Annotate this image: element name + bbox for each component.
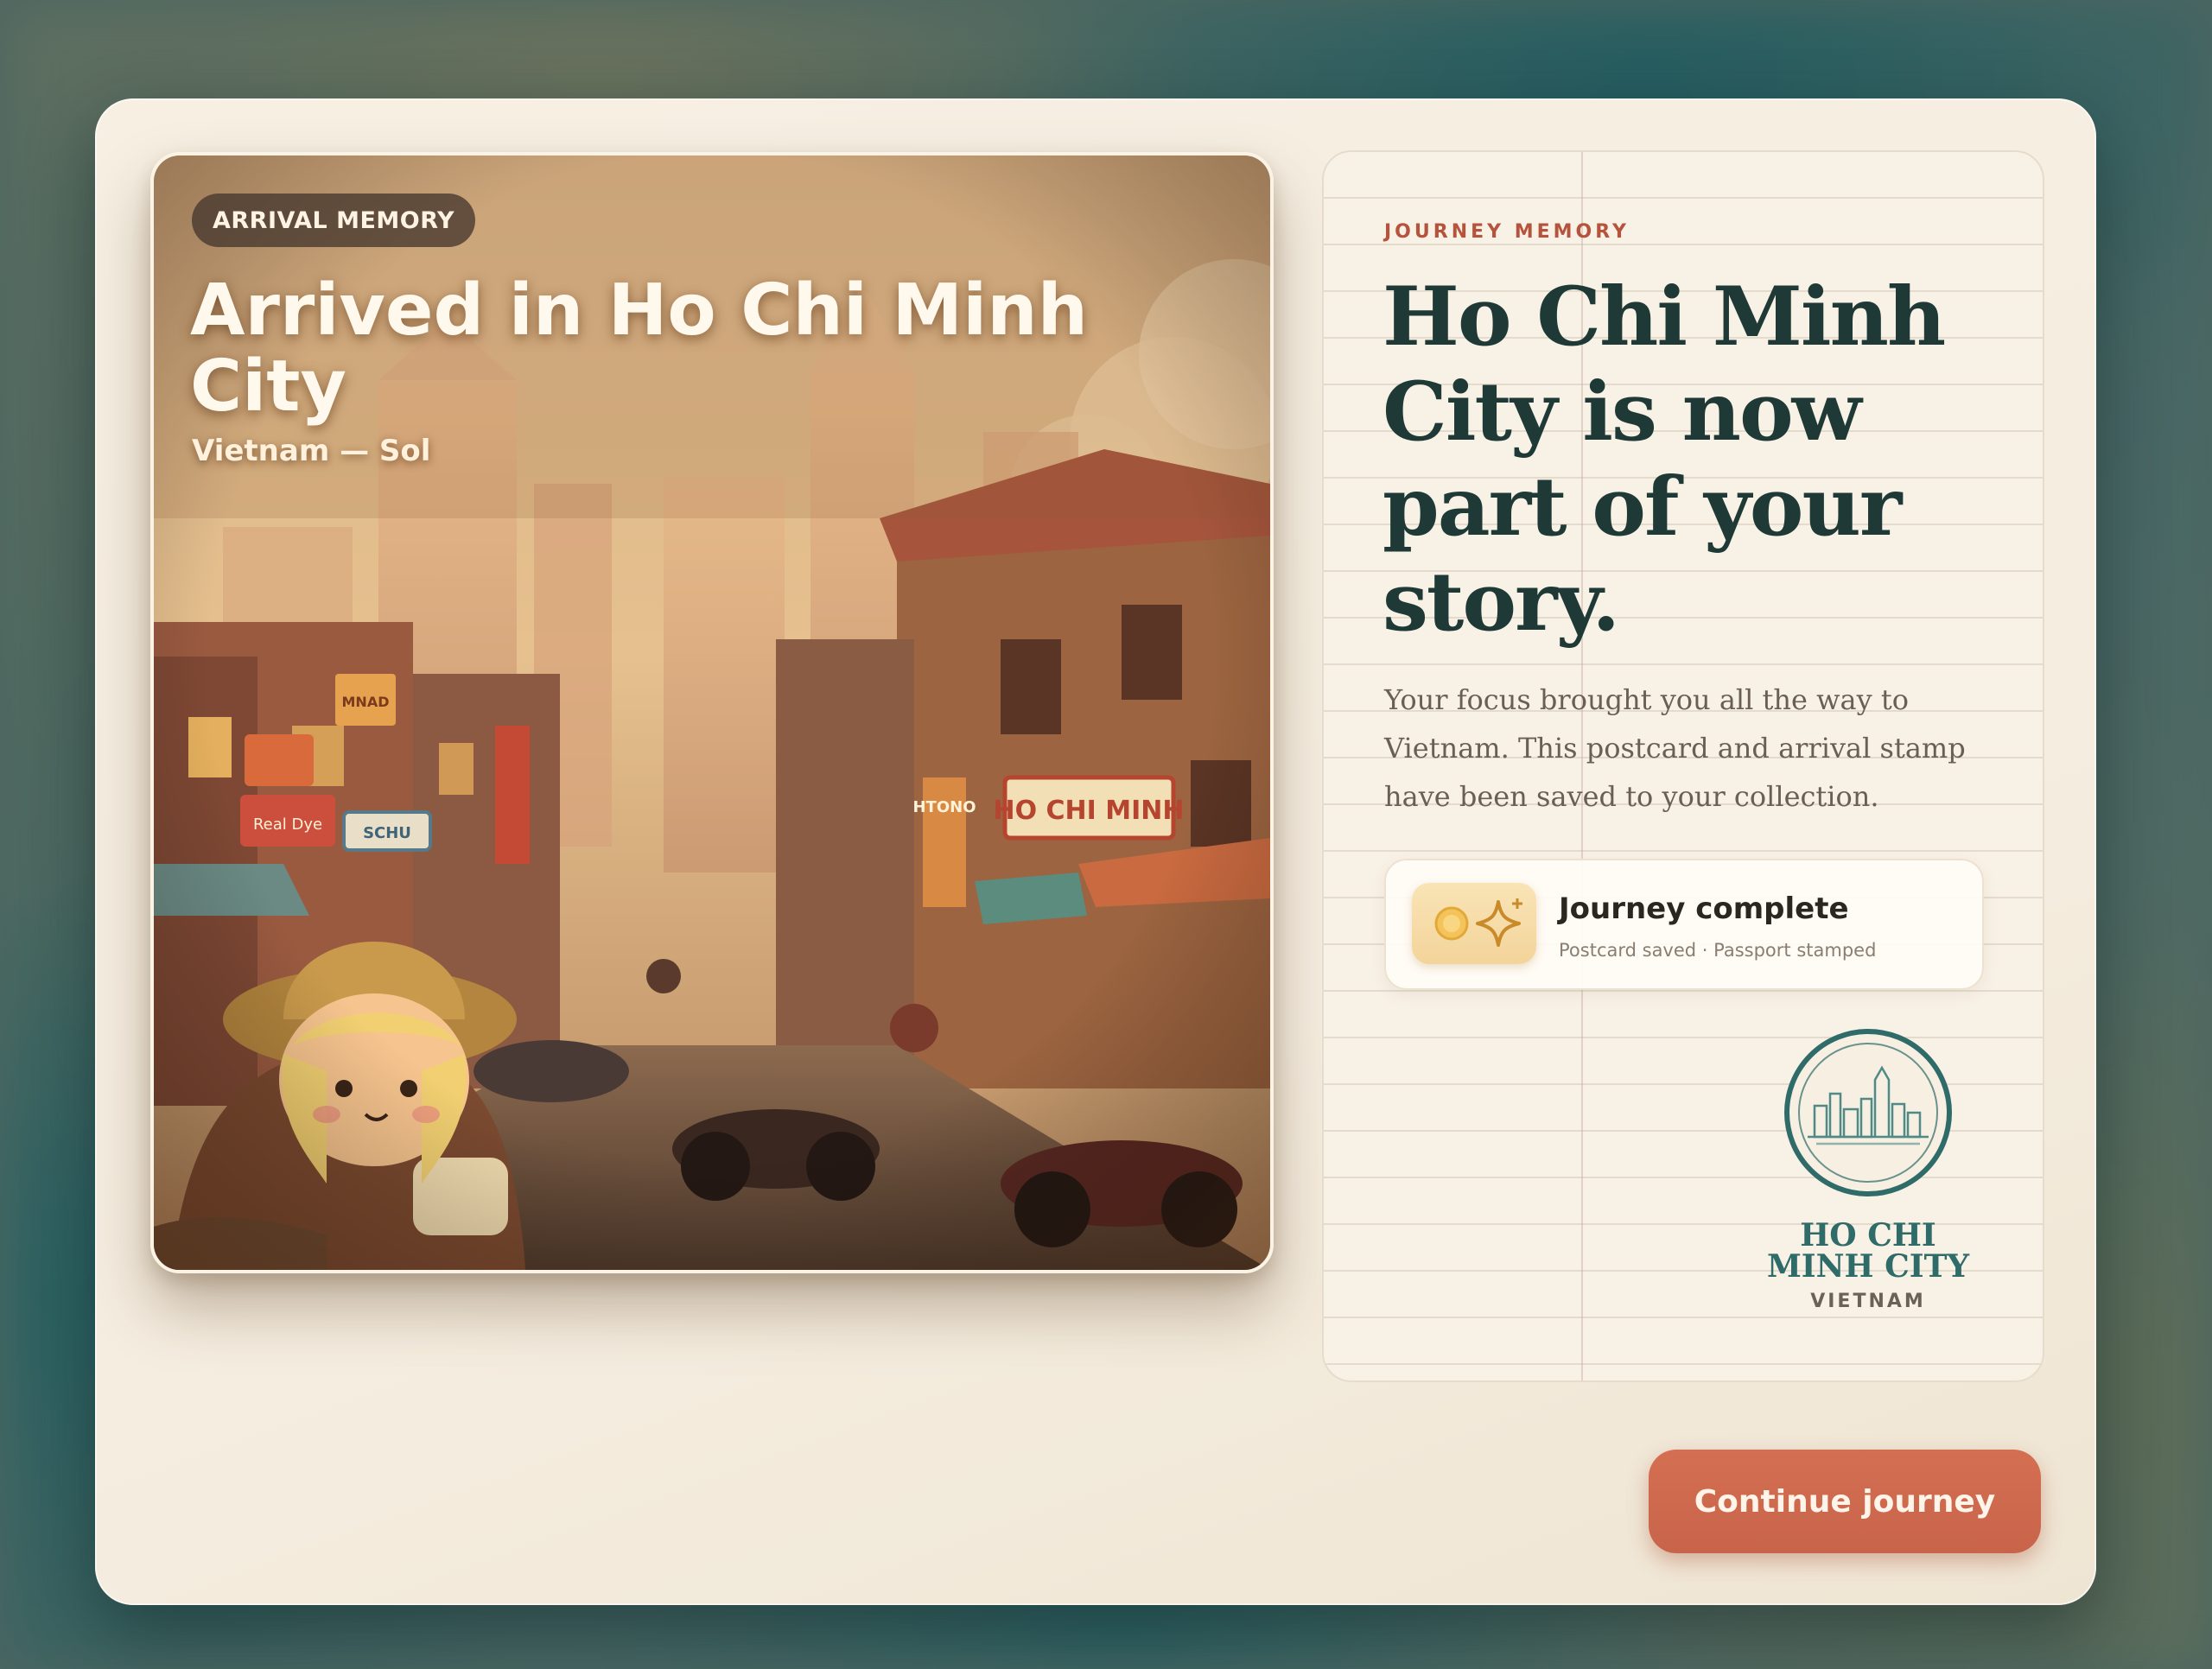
stamp-country: VIETNAM (1810, 1291, 1926, 1312)
passport-stamp: HO CHI MINH CITY VIETNAM (1747, 1026, 1989, 1312)
sparkle-icon (1476, 898, 1522, 947)
status-icon-box (1412, 883, 1536, 964)
postcard-subtitle: Vietnam — Sol (192, 434, 431, 468)
postcard: HO CHI MINH HTONO Real Dye SCHU MNAD (150, 152, 1274, 1273)
continue-journey-button[interactable]: Continue journey (1649, 1450, 2041, 1553)
arrival-badge: ARRIVAL MEMORY (192, 194, 476, 247)
coin-icon (1434, 898, 1522, 947)
stamp-city: HO CHI MINH CITY (1766, 1217, 1970, 1285)
journey-status-card: Journey complete Postcard saved · Passpo… (1384, 859, 1984, 990)
journal-headline: Ho Chi Minh City is now part of your sto… (1382, 270, 1946, 650)
arrival-modal: HO CHI MINH HTONO Real Dye SCHU MNAD (95, 98, 2096, 1605)
postcard-title: Arrived in Ho Chi Minh City (190, 270, 1088, 428)
journal-body: Your focus brought you all the way to Vi… (1384, 683, 1966, 813)
stamp-skyline-icon (1784, 1029, 1952, 1196)
status-title: Journey complete (1559, 892, 1849, 926)
journal-panel: JOURNEY MEMORY Ho Chi Minh City is now p… (1322, 150, 2044, 1382)
journal-eyebrow: JOURNEY MEMORY (1384, 221, 1630, 243)
status-subtitle: Postcard saved · Passport stamped (1559, 940, 1877, 961)
